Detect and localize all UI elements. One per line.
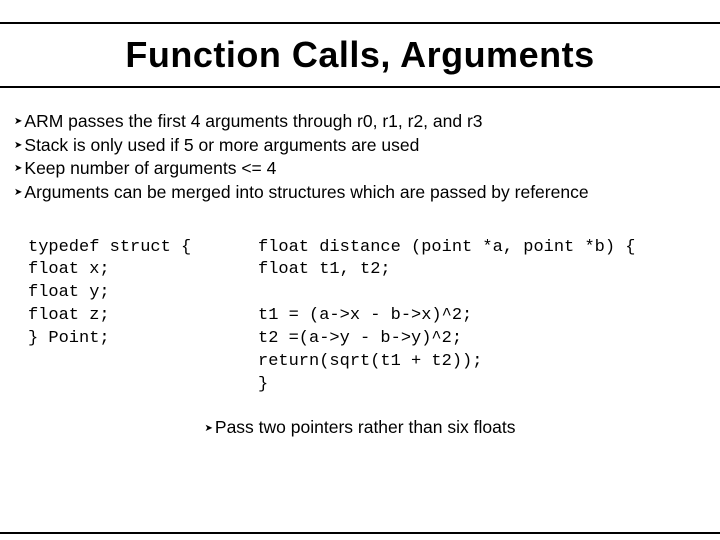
slide: Function Calls, Arguments ➤ ARM passes t… [0, 22, 720, 540]
bullet-item: ➤ Arguments can be merged into structure… [14, 181, 706, 205]
bullet-item: ➤ ARM passes the first 4 arguments throu… [14, 110, 706, 134]
code-line: } Point; [28, 329, 110, 348]
code-line: float t1, t2; [258, 260, 391, 279]
code-line: float y; [28, 283, 110, 302]
bullet-item: ➤ Stack is only used if 5 or more argume… [14, 134, 706, 158]
code-columns: typedef struct { float x; float y; float… [28, 237, 706, 398]
code-line: typedef struct { [28, 238, 191, 257]
code-line: t2 =(a->y - b->y)^2; [258, 329, 462, 348]
slide-title: Function Calls, Arguments [0, 34, 720, 76]
bullet-item: ➤ Keep number of arguments <= 4 [14, 157, 706, 181]
bullet-text: Stack is only used if 5 or more argument… [24, 134, 419, 158]
bullet-arrow-icon: ➤ [14, 162, 22, 176]
code-line: float x; [28, 260, 110, 279]
code-line: t1 = (a->x - b->x)^2; [258, 306, 472, 325]
title-band: Function Calls, Arguments [0, 22, 720, 88]
bullet-arrow-icon: ➤ [205, 423, 213, 434]
bullet-list: ➤ ARM passes the first 4 arguments throu… [14, 110, 706, 205]
footnote-text: Pass two pointers rather than six floats [215, 417, 516, 437]
code-line: } [258, 375, 268, 394]
code-line: float distance (point *a, point *b) { [258, 238, 635, 257]
bullet-text: ARM passes the first 4 arguments through… [24, 110, 482, 134]
footnote: ➤Pass two pointers rather than six float… [0, 417, 720, 438]
bullet-arrow-icon: ➤ [14, 139, 22, 153]
code-line: float z; [28, 306, 110, 325]
bullet-arrow-icon: ➤ [14, 186, 22, 200]
bottom-divider [0, 532, 720, 534]
code-block-struct: typedef struct { float x; float y; float… [28, 237, 248, 398]
code-line: return(sqrt(t1 + t2)); [258, 352, 482, 371]
bullet-arrow-icon: ➤ [14, 115, 22, 129]
bullet-text: Arguments can be merged into structures … [24, 181, 588, 205]
bullet-text: Keep number of arguments <= 4 [24, 157, 276, 181]
code-block-function: float distance (point *a, point *b) { fl… [248, 237, 706, 398]
